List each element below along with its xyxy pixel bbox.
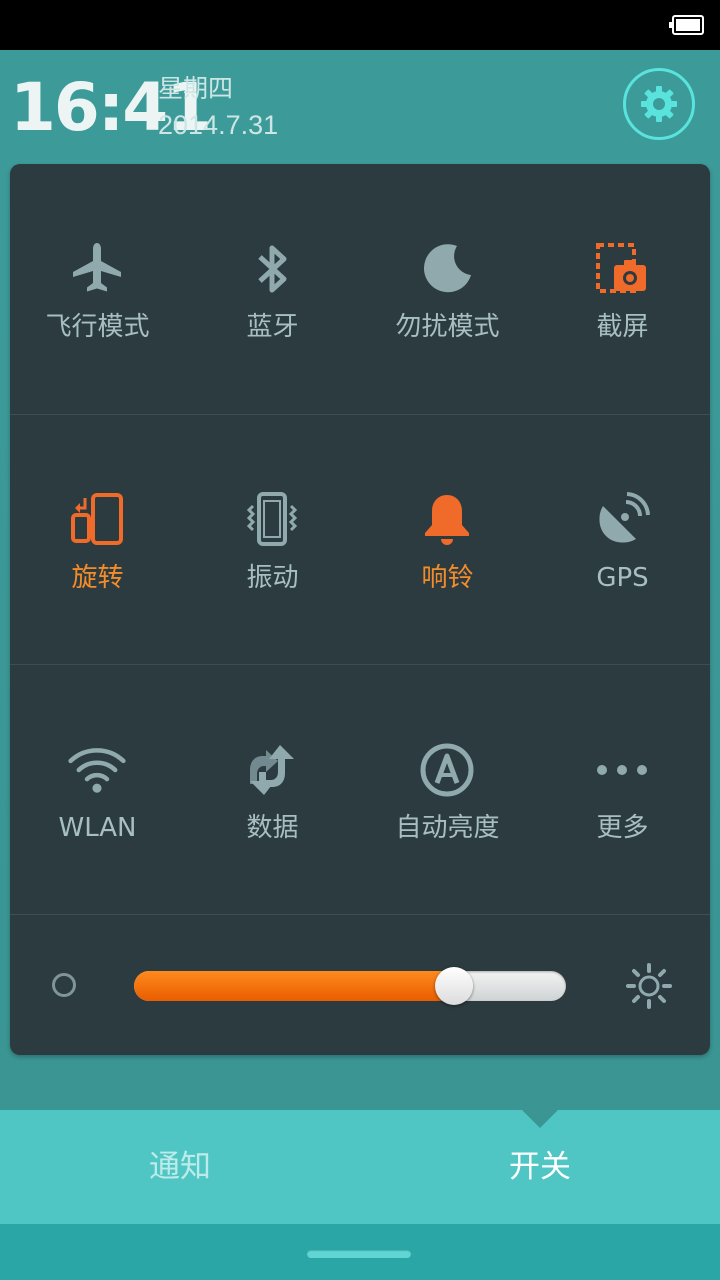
auto-brightness-icon xyxy=(417,740,477,800)
wifi-icon xyxy=(67,740,127,800)
date-label: 2014.7.31 xyxy=(158,110,279,140)
toggle-mobile-data[interactable]: 数据 xyxy=(185,665,360,915)
drag-handle[interactable] xyxy=(307,1250,411,1258)
toggle-label: 蓝牙 xyxy=(246,312,299,342)
toggle-more[interactable]: 更多 xyxy=(535,665,710,915)
mobile-data-icon xyxy=(242,740,302,800)
toggle-screenshot[interactable]: 截屏 xyxy=(535,164,710,414)
airplane-icon xyxy=(67,239,127,299)
gear-icon xyxy=(641,86,677,122)
brightness-row xyxy=(10,915,710,1055)
toggle-label: 旋转 xyxy=(71,563,124,593)
settings-button[interactable] xyxy=(623,68,695,140)
toggle-gps[interactable]: GPS xyxy=(535,415,710,665)
bluetooth-icon xyxy=(242,239,302,299)
rotate-icon xyxy=(67,490,127,550)
toggle-label: 勿扰模式 xyxy=(395,312,500,342)
screenshot-icon xyxy=(592,239,652,299)
tab-bar: 通知 开关 xyxy=(0,1110,720,1224)
toggle-label: 自动亮度 xyxy=(395,813,500,843)
toggle-label: 截屏 xyxy=(596,312,649,342)
toggle-row: 飞行模式 蓝牙 勿扰模式 截屏 xyxy=(10,164,710,414)
toggle-row: 旋转 振动 响铃 GPS xyxy=(10,415,710,665)
moon-icon xyxy=(417,239,477,299)
tab-notifications[interactable]: 通知 xyxy=(0,1110,360,1224)
toggle-row: WLAN 数据 自动亮度 更多 xyxy=(10,665,710,915)
toggle-bluetooth[interactable]: 蓝牙 xyxy=(185,164,360,414)
battery-full-icon xyxy=(669,15,704,35)
gps-icon xyxy=(592,490,652,550)
weekday-label: 星期四 xyxy=(158,74,234,103)
toggle-vibrate[interactable]: 振动 xyxy=(185,415,360,665)
toggle-label: GPS xyxy=(596,563,649,593)
selected-tab-indicator xyxy=(522,1110,558,1128)
toggle-label: 数据 xyxy=(246,813,299,843)
toggle-rotate[interactable]: 旋转 xyxy=(10,415,185,665)
bell-icon xyxy=(417,490,477,550)
vibrate-icon xyxy=(242,490,302,550)
brightness-thumb[interactable] xyxy=(434,967,473,1005)
toggle-airplane-mode[interactable]: 飞行模式 xyxy=(10,164,185,414)
more-icon xyxy=(592,740,652,800)
brightness-slider[interactable] xyxy=(134,967,566,1005)
toggle-label: 飞行模式 xyxy=(45,312,150,342)
toggle-do-not-disturb[interactable]: 勿扰模式 xyxy=(360,164,535,414)
dim-icon xyxy=(52,973,76,997)
toggle-label: 振动 xyxy=(246,563,299,593)
brightness-fill xyxy=(134,971,454,1001)
bottom-bar xyxy=(0,1224,720,1280)
toggle-label: 响铃 xyxy=(421,563,474,593)
toggle-label: 更多 xyxy=(596,813,649,843)
toggle-auto-brightness[interactable]: 自动亮度 xyxy=(360,665,535,915)
toggle-label: WLAN xyxy=(58,813,137,843)
status-bar xyxy=(0,0,720,50)
toggle-ring[interactable]: 响铃 xyxy=(360,415,535,665)
brightness-icon xyxy=(626,963,672,1009)
toggle-wlan[interactable]: WLAN xyxy=(10,665,185,915)
quick-settings-panel: 飞行模式 蓝牙 勿扰模式 截屏 旋转 振动 响铃 GPS WLAN 数据 自动亮… xyxy=(10,164,710,1055)
